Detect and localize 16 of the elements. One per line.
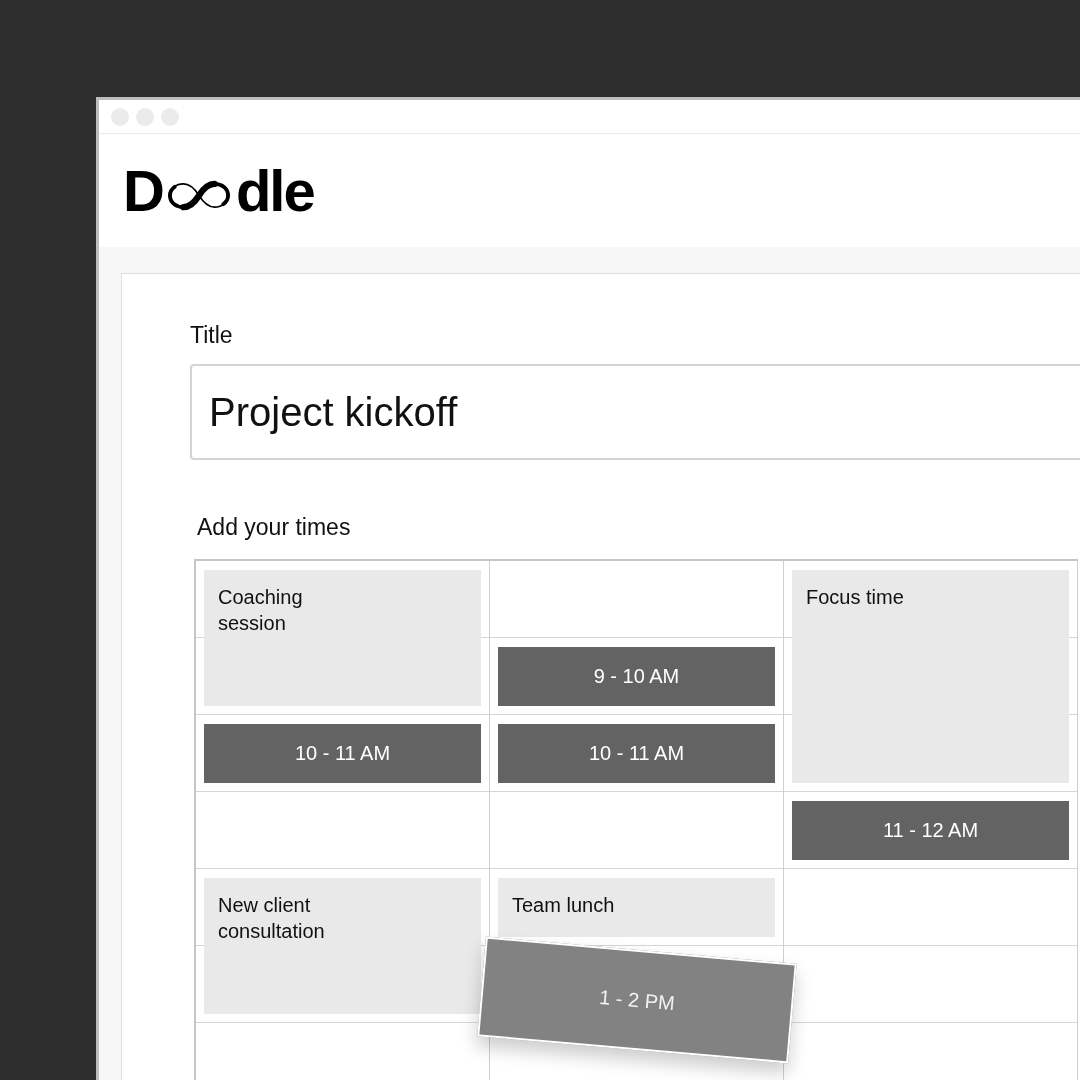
title-input[interactable]: Project kickoff (190, 364, 1080, 460)
time-slot[interactable]: 9 - 10 AM (498, 647, 775, 706)
event-title: Focus time (806, 585, 904, 610)
event-title: New client consultation (218, 893, 326, 944)
title-label: Title (190, 322, 233, 348)
times-label: Add your times (197, 514, 351, 540)
logo-initial: D (123, 161, 165, 220)
time-slot[interactable]: 1 - 2 PM (477, 936, 797, 1063)
time-slot[interactable]: 11 - 12 AM (792, 801, 1069, 860)
time-slot[interactable]: 10 - 11 AM (204, 724, 481, 783)
event-title: Team lunch (512, 893, 615, 918)
calendar-grid[interactable]: Coaching session 10 - 11 AM New client consultation 9 - 10 AM 10 - 11 AM Team lunch 1 - 2 PM Focus time 11 - 12 AM (194, 559, 1078, 1080)
event-title: Coaching session (218, 585, 304, 636)
time-slot[interactable]: 10 - 11 AM (498, 724, 775, 783)
infinity-logo-icon (165, 179, 232, 211)
logo-suffix: dle (235, 161, 314, 220)
